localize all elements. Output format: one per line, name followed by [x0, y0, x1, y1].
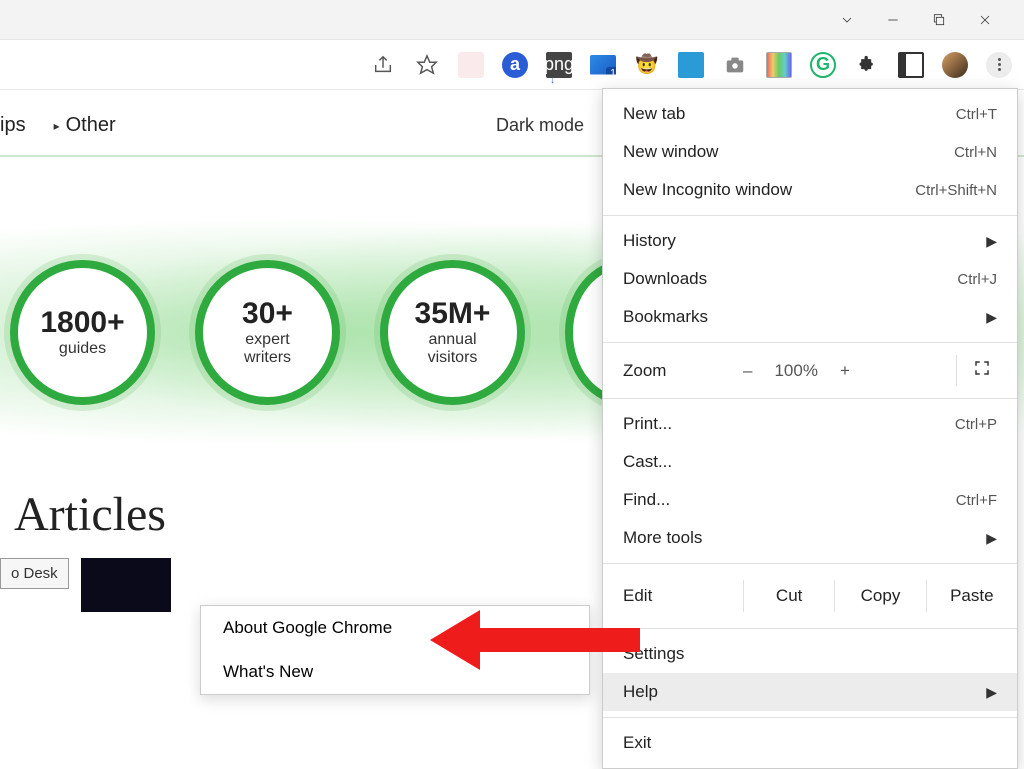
extension-grammarly-icon[interactable]: G — [810, 52, 836, 78]
maximize-icon[interactable] — [930, 11, 948, 29]
menu-new-window[interactable]: New windowCtrl+N — [603, 133, 1017, 171]
menu-more-tools[interactable]: More tools▶ — [603, 519, 1017, 557]
extensions-puzzle-icon[interactable] — [854, 52, 880, 78]
fullscreen-icon[interactable] — [956, 355, 1007, 386]
extension-hat-icon[interactable]: 🤠 — [634, 52, 660, 78]
menu-history[interactable]: History▶ — [603, 222, 1017, 260]
chevron-right-icon: ▶ — [986, 309, 997, 326]
share-icon[interactable] — [370, 52, 396, 78]
stat-guides: 1800+ guides — [10, 260, 155, 405]
close-icon[interactable] — [976, 11, 994, 29]
dark-mode-toggle[interactable]: Dark mode — [496, 115, 584, 136]
bookmark-star-icon[interactable] — [414, 52, 440, 78]
desk-button[interactable]: o Desk — [0, 558, 69, 589]
menu-kebab-icon[interactable] — [986, 52, 1012, 78]
menu-new-tab[interactable]: New tabCtrl+T — [603, 95, 1017, 133]
submenu-whats-new[interactable]: What's New — [201, 650, 589, 694]
chevron-right-icon: ▶ — [986, 684, 997, 701]
chrome-menu: New tabCtrl+T New windowCtrl+N New Incog… — [602, 88, 1018, 769]
stat-writers: 30+ expert writers — [195, 260, 340, 405]
caret-icon: ▸ — [54, 119, 60, 133]
article-thumbnail[interactable] — [81, 558, 171, 612]
extension-png-icon[interactable]: png — [546, 52, 572, 78]
menu-cut[interactable]: Cut — [743, 580, 834, 612]
menu-cast[interactable]: Cast... — [603, 443, 1017, 481]
menu-print[interactable]: Print...Ctrl+P — [603, 405, 1017, 443]
menu-settings[interactable]: Settings — [603, 635, 1017, 673]
menu-help[interactable]: Help▶ — [603, 673, 1017, 711]
menu-exit[interactable]: Exit — [603, 724, 1017, 762]
minimize-icon[interactable] — [884, 11, 902, 29]
stat-visitors: 35M+ annual visitors — [380, 260, 525, 405]
mail-badge: 1 — [606, 67, 620, 81]
extension-rainbow-icon[interactable] — [766, 52, 792, 78]
side-panel-icon[interactable] — [898, 52, 924, 78]
nav-item-tips[interactable]: ips — [0, 114, 26, 137]
extension-mail-icon[interactable]: 1 — [590, 52, 616, 78]
zoom-value: 100% — [774, 361, 817, 381]
zoom-out-button[interactable]: – — [743, 361, 752, 381]
menu-copy[interactable]: Copy — [834, 580, 925, 612]
menu-find[interactable]: Find...Ctrl+F — [603, 481, 1017, 519]
submenu-about-chrome[interactable]: About Google Chrome — [201, 606, 589, 650]
extension-camera-icon[interactable] — [722, 52, 748, 78]
chevron-down-icon[interactable] — [838, 11, 856, 29]
menu-paste[interactable]: Paste — [926, 580, 1017, 612]
menu-zoom: Zoom – 100% + — [603, 349, 1017, 392]
extension-tag-icon[interactable] — [678, 52, 704, 78]
profile-avatar-icon[interactable] — [942, 52, 968, 78]
help-submenu: About Google Chrome What's New — [200, 605, 590, 695]
chevron-right-icon: ▶ — [986, 530, 997, 547]
extension-pink-icon[interactable] — [458, 52, 484, 78]
zoom-in-button[interactable]: + — [840, 361, 850, 381]
browser-toolbar: a png 1 🤠 G — [0, 40, 1024, 90]
nav-item-other[interactable]: ▸Other — [54, 114, 116, 137]
window-controls-bar — [0, 0, 1024, 40]
chevron-right-icon: ▶ — [986, 233, 997, 250]
extension-a-icon[interactable]: a — [502, 52, 528, 78]
menu-edit-row: Edit Cut Copy Paste — [603, 570, 1017, 622]
menu-downloads[interactable]: DownloadsCtrl+J — [603, 260, 1017, 298]
menu-incognito[interactable]: New Incognito windowCtrl+Shift+N — [603, 171, 1017, 209]
menu-bookmarks[interactable]: Bookmarks▶ — [603, 298, 1017, 336]
